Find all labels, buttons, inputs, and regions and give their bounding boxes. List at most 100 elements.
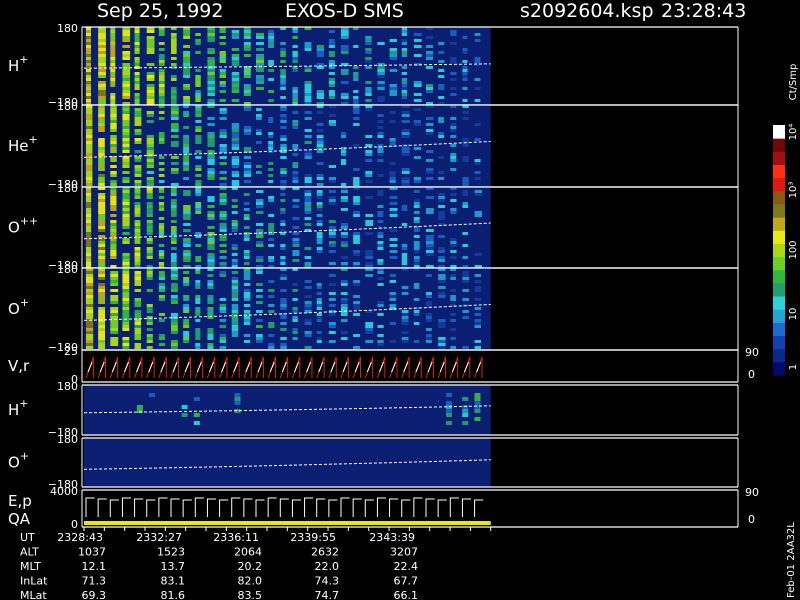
count-cell: [268, 322, 275, 325]
count-cell: [134, 319, 142, 322]
count-cell: [256, 114, 262, 117]
count-cell: [134, 183, 142, 186]
count-cell: [158, 48, 165, 51]
count-cell: [256, 108, 262, 111]
count-cell: [195, 168, 202, 171]
count-cell: [426, 340, 432, 343]
count-cell: [389, 90, 398, 93]
y-tick-top: 4000: [50, 485, 78, 498]
count-cell: [280, 220, 286, 223]
count-cell: [146, 202, 153, 205]
count-cell: [122, 316, 130, 319]
count-cell: [134, 33, 140, 36]
colorbar-swatch: [773, 348, 785, 363]
count-cell: [134, 211, 141, 214]
count-cell: [450, 346, 456, 349]
count-cell: [365, 90, 372, 93]
count-cell: [207, 159, 215, 162]
count-cell: [426, 150, 434, 153]
count-cell: [134, 271, 142, 274]
count-cell: [256, 190, 264, 193]
count-cell: [341, 241, 348, 244]
count-cell: [231, 147, 240, 150]
count-cell: [134, 156, 142, 159]
count-cell: [122, 199, 130, 202]
count-cell: [171, 202, 177, 205]
count-cell: [98, 45, 106, 48]
count-cell: [280, 301, 287, 304]
count-cell: [353, 313, 360, 316]
count-cell: [122, 256, 130, 259]
count-cell: [146, 30, 155, 33]
count-cell: [86, 183, 93, 186]
count-cell: [207, 39, 215, 42]
count-cell: [207, 262, 215, 265]
count-cell: [341, 226, 348, 229]
count-cell: [280, 337, 287, 340]
count-cell: [438, 247, 445, 250]
count-cell: [316, 241, 323, 244]
count-cell: [474, 33, 481, 36]
count-cell: [86, 180, 93, 183]
count-cell: [243, 54, 251, 57]
count-cell: [474, 211, 482, 214]
count-cell: [86, 214, 92, 217]
count-cell: [353, 211, 360, 214]
count-cell: [353, 66, 359, 69]
count-cell: [146, 156, 154, 159]
count-cell: [401, 42, 408, 45]
count-cell: [365, 51, 372, 54]
count-cell: [256, 54, 264, 57]
count-cell: [231, 316, 239, 319]
count-cell: [219, 226, 227, 229]
count-cell: [341, 283, 348, 286]
count-cell: [98, 259, 106, 262]
count-cell: [389, 322, 397, 325]
count-cell: [426, 250, 434, 253]
count-cell: [401, 171, 410, 174]
count-cell: [195, 193, 202, 196]
count-cell: [98, 250, 106, 253]
count-cell: [426, 304, 432, 307]
count-cell: [158, 81, 165, 84]
count-cell: [474, 190, 482, 193]
count-cell: [231, 87, 240, 90]
count-cell: [231, 57, 240, 60]
count-cell: [219, 144, 227, 147]
count-cell: [231, 171, 240, 174]
count-cell: [110, 214, 117, 217]
count-cell: [426, 117, 434, 120]
count-cell: [110, 220, 117, 223]
count-cell: [195, 42, 201, 45]
count-cell: [183, 283, 190, 286]
count-cell: [207, 295, 214, 298]
count-cell: [231, 289, 239, 292]
count-cell: [389, 244, 398, 247]
count-cell: [341, 337, 348, 340]
count-cell: [134, 174, 142, 177]
colorbar: 11010010³10⁴Ct/Smp: [773, 64, 799, 376]
count-cell: [231, 199, 238, 202]
count-cell: [195, 150, 202, 153]
count-cell: [146, 36, 155, 39]
count-cell: [401, 256, 408, 259]
count-cell: [183, 214, 191, 217]
count-cell: [292, 283, 298, 286]
count-cell: [413, 93, 422, 96]
count-cell: [86, 63, 92, 66]
count-cell: [134, 123, 142, 126]
direction-trace: [415, 361, 421, 373]
count-cell: [438, 199, 445, 202]
count-cell: [413, 256, 420, 259]
count-cell: [413, 33, 422, 36]
count-cell: [243, 90, 251, 93]
count-cell: [462, 99, 468, 102]
count-cell: [450, 193, 457, 196]
direction-trace: [172, 361, 178, 373]
panel-label: O+: [8, 296, 29, 318]
count-cell: [146, 144, 154, 147]
count-cell: [231, 33, 240, 36]
count-cell: [328, 30, 335, 33]
count-cell: [316, 150, 324, 153]
direction-trace: [233, 361, 239, 373]
